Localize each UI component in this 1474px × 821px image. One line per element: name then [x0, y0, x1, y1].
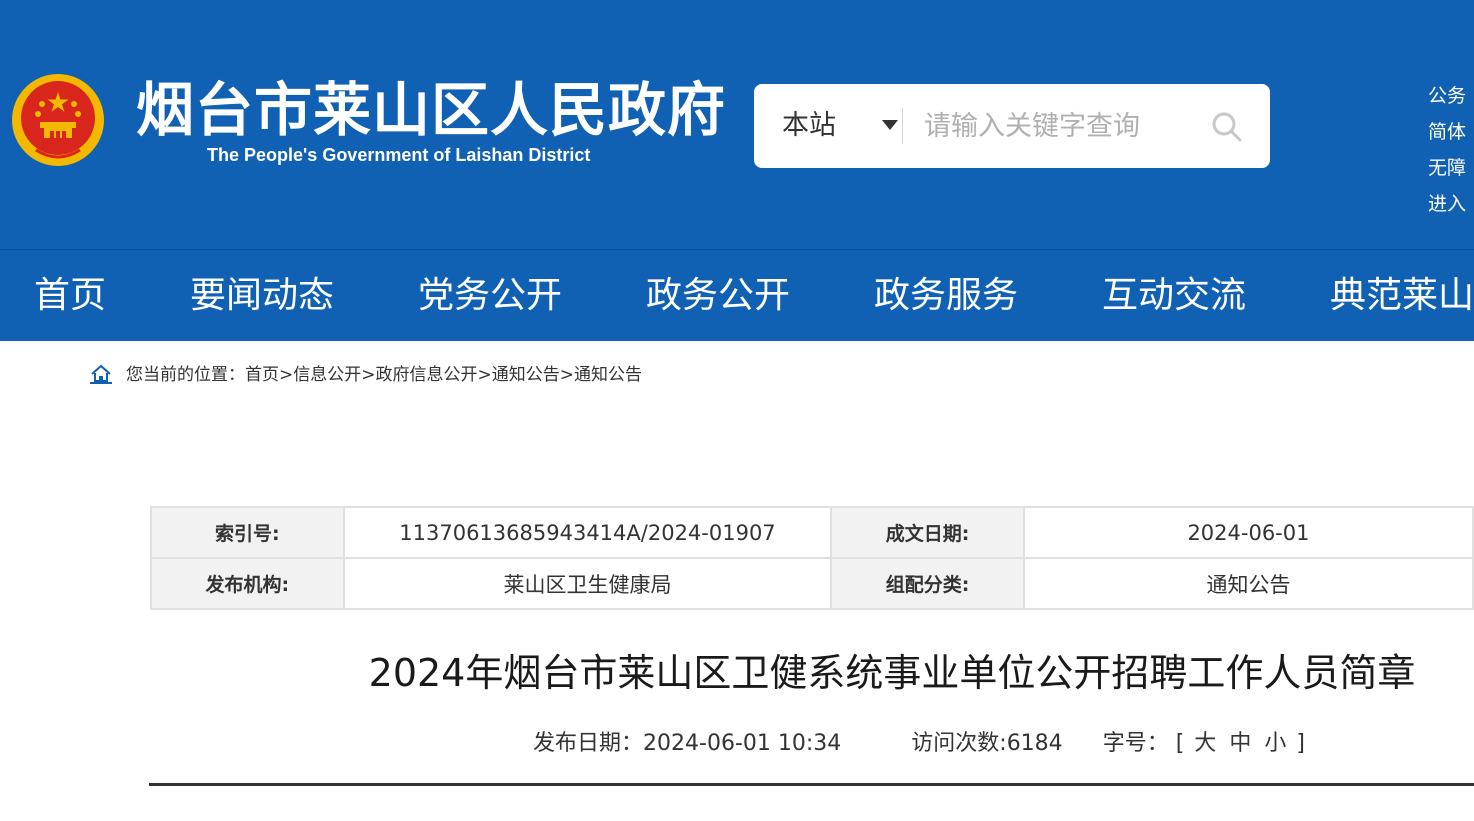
breadcrumb-item-home[interactable]: 首页: [245, 365, 279, 385]
breadcrumb-item-notices[interactable]: 通知公告: [492, 365, 560, 385]
publishing-org-label: 发布机构:: [150, 557, 345, 610]
nav-item-home[interactable]: 首页: [34, 250, 106, 341]
search-box: 本站: [754, 84, 1270, 168]
site-header: 烟台市莱山区人民政府 The People's Government of La…: [0, 0, 1474, 250]
breadcrumb-item-info-disclosure[interactable]: 信息公开: [293, 365, 361, 385]
search-divider: [902, 108, 903, 144]
home-icon: [90, 364, 112, 384]
search-icon[interactable]: [1210, 110, 1244, 144]
visit-count-label: 访问次数:: [911, 731, 1007, 756]
article-divider: [149, 783, 1474, 786]
font-size-medium-button[interactable]: 中: [1229, 728, 1251, 760]
breadcrumb-separator: >: [361, 365, 376, 385]
caret-down-icon: [882, 120, 898, 130]
category-label: 组配分类:: [830, 557, 1025, 610]
nav-item-news[interactable]: 要闻动态: [190, 250, 334, 341]
written-date-label: 成文日期:: [830, 506, 1025, 559]
publish-date-label: 发布日期：: [533, 731, 644, 756]
font-size-large-button[interactable]: 大: [1194, 728, 1216, 760]
site-subtitle: The People's Government of Laishan Distr…: [207, 145, 591, 165]
nav-item-government-affairs[interactable]: 政务公开: [646, 250, 790, 341]
search-scope-select[interactable]: 本站: [782, 84, 898, 168]
breadcrumb-prefix: 您当前的位置：: [126, 365, 245, 385]
font-size-small-button[interactable]: 小: [1264, 728, 1286, 760]
publishing-org-value: 莱山区卫生健康局: [342, 557, 833, 610]
font-size-close-bracket: ]: [1296, 731, 1305, 756]
top-link-enter[interactable]: 进入: [1428, 186, 1474, 222]
top-link-official[interactable]: 公务: [1428, 78, 1474, 114]
index-number-label: 索引号:: [150, 506, 345, 559]
font-size-label: 字号：: [1102, 731, 1169, 756]
nav-item-government-services[interactable]: 政务服务: [874, 250, 1018, 341]
publish-date-value: 2024-06-01 10:34: [643, 731, 842, 756]
nav-item-interaction[interactable]: 互动交流: [1102, 250, 1246, 341]
breadcrumb-separator: >: [279, 365, 294, 385]
top-link-accessibility[interactable]: 无障: [1428, 150, 1474, 186]
site-title: 烟台市莱山区人民政府: [136, 76, 727, 144]
top-links: 公务 简体 无障 进入: [1428, 78, 1474, 222]
search-input[interactable]: [924, 100, 1194, 152]
breadcrumb-separator: >: [559, 365, 574, 385]
top-link-simplified[interactable]: 简体: [1428, 114, 1474, 150]
visit-count-value: 6184: [1006, 731, 1063, 756]
font-size-open-bracket: [: [1175, 731, 1185, 756]
nav-item-party-affairs[interactable]: 党务公开: [418, 250, 562, 341]
article-meta: 发布日期：2024-06-01 10:34 访问次数:6184 字号： [ 大 …: [533, 728, 1305, 760]
document-meta-table: 索引号: 11370613685943414A/2024-01907 成文日期:…: [150, 506, 1474, 610]
breadcrumb-item-gov-info[interactable]: 政府信息公开: [376, 365, 478, 385]
table-row: 发布机构: 莱山区卫生健康局 组配分类: 通知公告: [150, 557, 1474, 610]
written-date-value: 2024-06-01: [1022, 506, 1474, 559]
national-emblem-icon: [12, 74, 104, 166]
breadcrumb-trail: 您当前的位置：首页>信息公开>政府信息公开>通知公告>通知公告: [126, 362, 642, 388]
breadcrumb-item-notices-current[interactable]: 通知公告: [574, 365, 642, 385]
category-value: 通知公告: [1022, 557, 1474, 610]
main-nav: 首页 要闻动态 党务公开 政务公开 政务服务 互动交流 典范莱山: [0, 250, 1474, 341]
search-scope-label: 本站: [782, 110, 836, 141]
nav-item-model-laishan[interactable]: 典范莱山: [1330, 250, 1474, 341]
article-title: 2024年烟台市莱山区卫健系统事业单位公开招聘工作人员简章: [368, 651, 1416, 695]
index-number-value: 11370613685943414A/2024-01907: [342, 506, 833, 559]
breadcrumb-separator: >: [477, 365, 492, 385]
table-row: 索引号: 11370613685943414A/2024-01907 成文日期:…: [150, 506, 1474, 559]
